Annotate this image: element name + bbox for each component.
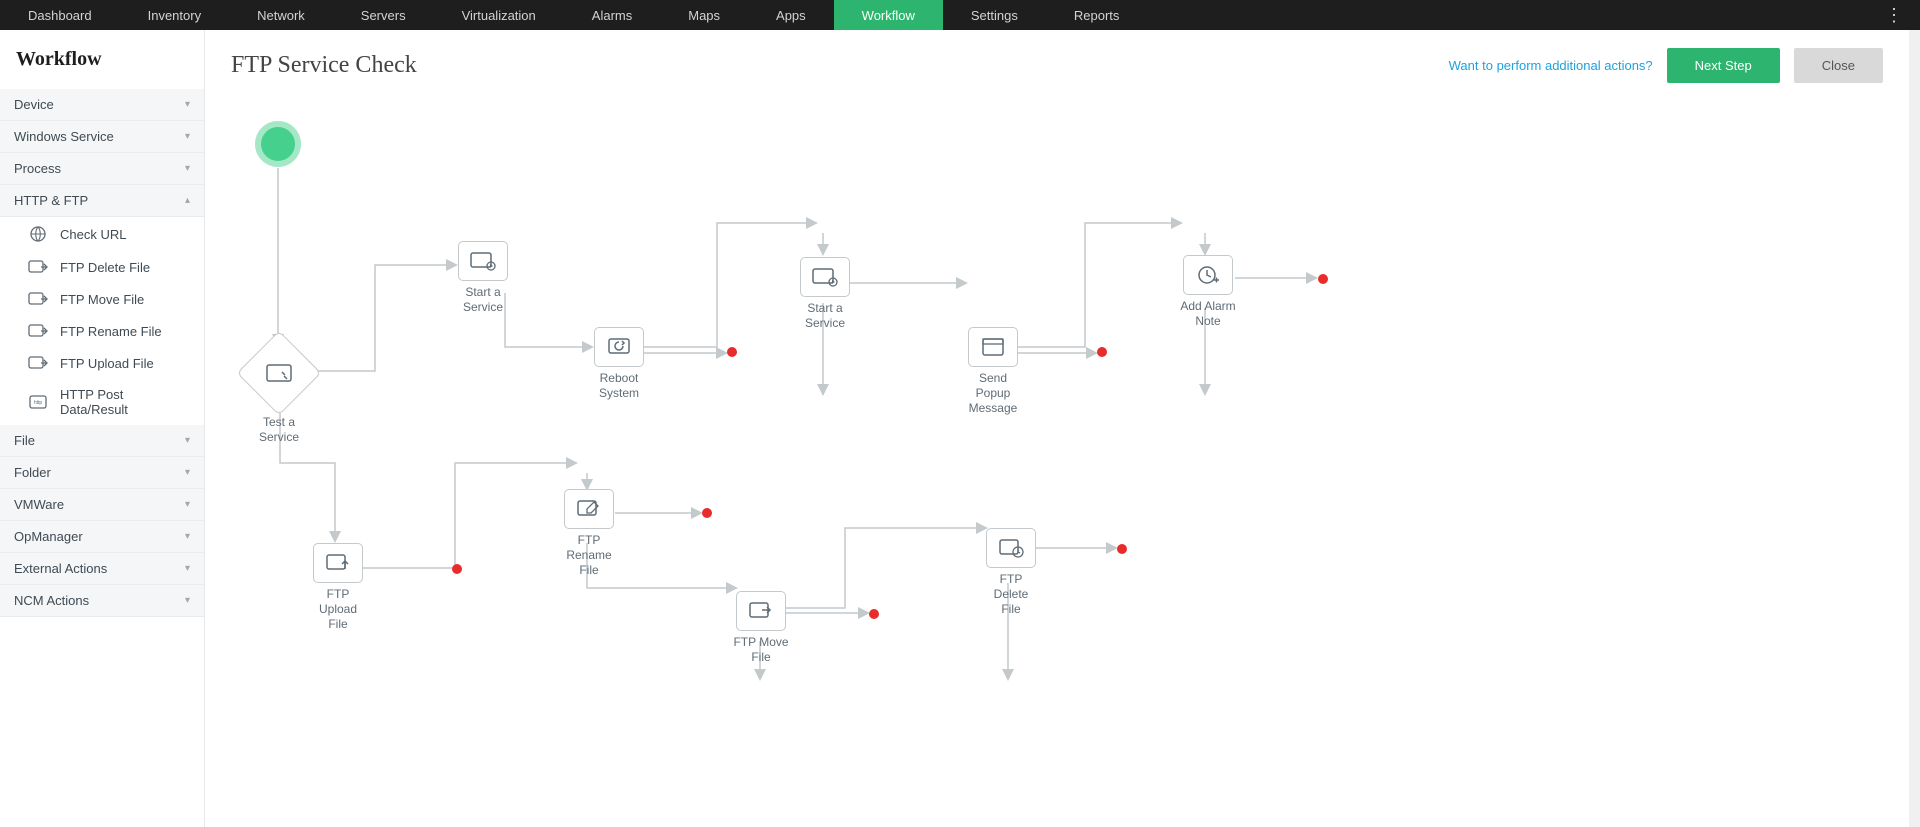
sidebar-item-check-url[interactable]: Check URL [0, 217, 204, 251]
sidebar-category-vmware[interactable]: VMWare▾ [0, 489, 204, 521]
sidebar-item-http-post-data-result[interactable]: httpHTTP Post Data/Result [0, 379, 204, 425]
sidebar-title: Workflow [0, 30, 204, 89]
ftp-icon [28, 259, 48, 275]
globe-icon [28, 225, 48, 243]
close-button[interactable]: Close [1794, 48, 1883, 83]
decision-node-test-service[interactable]: Test a Service [248, 343, 310, 445]
nav-item-settings[interactable]: Settings [943, 0, 1046, 30]
error-endpoint [702, 508, 712, 518]
sidebar-category-ncm-actions[interactable]: NCM Actions▾ [0, 585, 204, 617]
nav-item-inventory[interactable]: Inventory [120, 0, 229, 30]
nav-item-alarms[interactable]: Alarms [564, 0, 660, 30]
nav-item-workflow[interactable]: Workflow [834, 0, 943, 30]
error-endpoint [1318, 274, 1328, 284]
chevron-down-icon: ▾ [185, 563, 190, 574]
sidebar-item-ftp-rename-file[interactable]: FTP Rename File [0, 315, 204, 347]
sidebar: Workflow Device▾Windows Service▾Process▾… [0, 30, 205, 827]
nav-item-dashboard[interactable]: Dashboard [0, 0, 120, 30]
chevron-down-icon: ▾ [185, 467, 190, 478]
start-node[interactable] [255, 121, 301, 167]
top-nav: DashboardInventoryNetworkServersVirtuali… [0, 0, 1920, 30]
node-ftp-rename[interactable]: FTP Rename File [561, 489, 617, 578]
sidebar-category-windows-service[interactable]: Windows Service▾ [0, 121, 204, 153]
additional-actions-link[interactable]: Want to perform additional actions? [1449, 58, 1653, 73]
chevron-down-icon: ▾ [185, 131, 190, 142]
error-endpoint [1117, 544, 1127, 554]
sidebar-item-ftp-delete-file[interactable]: FTP Delete File [0, 251, 204, 283]
node-ftp-upload[interactable]: FTP Upload File [310, 543, 366, 632]
nav-item-virtualization[interactable]: Virtualization [434, 0, 564, 30]
connector-layer [205, 93, 1545, 733]
sidebar-category-folder[interactable]: Folder▾ [0, 457, 204, 489]
error-endpoint [452, 564, 462, 574]
chevron-down-icon: ▾ [185, 163, 190, 174]
sidebar-category-opmanager[interactable]: OpManager▾ [0, 521, 204, 553]
more-menu-icon[interactable]: ⋮ [1869, 5, 1920, 26]
nav-item-apps[interactable]: Apps [748, 0, 834, 30]
sidebar-category-process[interactable]: Process▾ [0, 153, 204, 185]
node-ftp-delete[interactable]: FTP Delete File [983, 528, 1039, 617]
node-ftp-move[interactable]: FTP Move File [733, 591, 789, 665]
sidebar-item-ftp-upload-file[interactable]: FTP Upload File [0, 347, 204, 379]
content-header: FTP Service Check Want to perform additi… [205, 30, 1909, 93]
ftp-icon [28, 323, 48, 339]
chevron-down-icon: ▾ [185, 499, 190, 510]
nav-item-reports[interactable]: Reports [1046, 0, 1148, 30]
nav-item-servers[interactable]: Servers [333, 0, 434, 30]
node-reboot-system[interactable]: Reboot System [591, 327, 647, 401]
sidebar-category-file[interactable]: File▾ [0, 425, 204, 457]
sidebar-category-external-actions[interactable]: External Actions▾ [0, 553, 204, 585]
sidebar-item-ftp-move-file[interactable]: FTP Move File [0, 283, 204, 315]
next-step-button[interactable]: Next Step [1667, 48, 1780, 83]
sidebar-category-device[interactable]: Device▾ [0, 89, 204, 121]
chevron-down-icon: ▾ [185, 435, 190, 446]
sidebar-category-http-ftp[interactable]: HTTP & FTP▴ [0, 185, 204, 217]
svg-text:http: http [34, 400, 43, 406]
ftp-icon [28, 355, 48, 371]
node-start-service-1[interactable]: Start a Service [455, 241, 511, 315]
content: FTP Service Check Want to perform additi… [205, 30, 1909, 827]
nav-item-network[interactable]: Network [229, 0, 333, 30]
chevron-up-icon: ▴ [185, 195, 190, 206]
node-send-popup[interactable]: Send Popup Message [965, 327, 1021, 416]
scrollbar[interactable] [1909, 30, 1920, 827]
chevron-down-icon: ▾ [185, 595, 190, 606]
error-endpoint [1097, 347, 1107, 357]
page-title: FTP Service Check [231, 52, 1435, 79]
chevron-down-icon: ▾ [185, 531, 190, 542]
httpbox-icon: http [28, 395, 48, 409]
node-start-service-2[interactable]: Start a Service [797, 257, 853, 331]
error-endpoint [727, 347, 737, 357]
error-endpoint [869, 609, 879, 619]
ftp-icon [28, 291, 48, 307]
node-add-alarm-note[interactable]: Add Alarm Note [1180, 255, 1236, 329]
workflow-canvas[interactable]: Test a Service Start a Service Reboot Sy… [205, 93, 1909, 827]
chevron-down-icon: ▾ [185, 99, 190, 110]
nav-item-maps[interactable]: Maps [660, 0, 748, 30]
